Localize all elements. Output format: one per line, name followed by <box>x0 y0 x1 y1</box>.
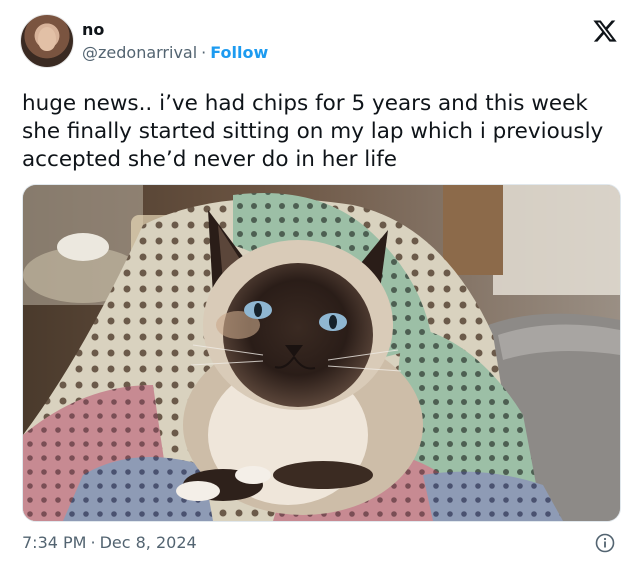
tweet-card: no @zedonarrival · Follow huge news.. i’ve… <box>0 0 640 561</box>
avatar[interactable] <box>20 14 74 68</box>
post-time: 7:34 PM <box>22 533 87 552</box>
avatar-face <box>38 27 56 51</box>
tweet-text: huge news.. i’ve had chips for 5 years a… <box>22 91 604 172</box>
handle-row: @zedonarrival · Follow <box>82 43 268 62</box>
handle-separator: · <box>201 43 207 62</box>
cat-on-blanket-image <box>23 185 620 521</box>
timestamp-separator: · <box>90 533 96 552</box>
x-logo-icon[interactable] <box>592 18 618 44</box>
info-icon[interactable] <box>595 533 615 553</box>
post-date: Dec 8, 2024 <box>99 533 197 552</box>
timestamp[interactable]: 7:34 PM · Dec 8, 2024 <box>22 533 197 552</box>
tweet-photo[interactable] <box>22 184 621 522</box>
user-handle[interactable]: @zedonarrival <box>82 43 197 62</box>
display-name[interactable]: no <box>82 20 104 39</box>
follow-button[interactable]: Follow <box>210 43 268 62</box>
